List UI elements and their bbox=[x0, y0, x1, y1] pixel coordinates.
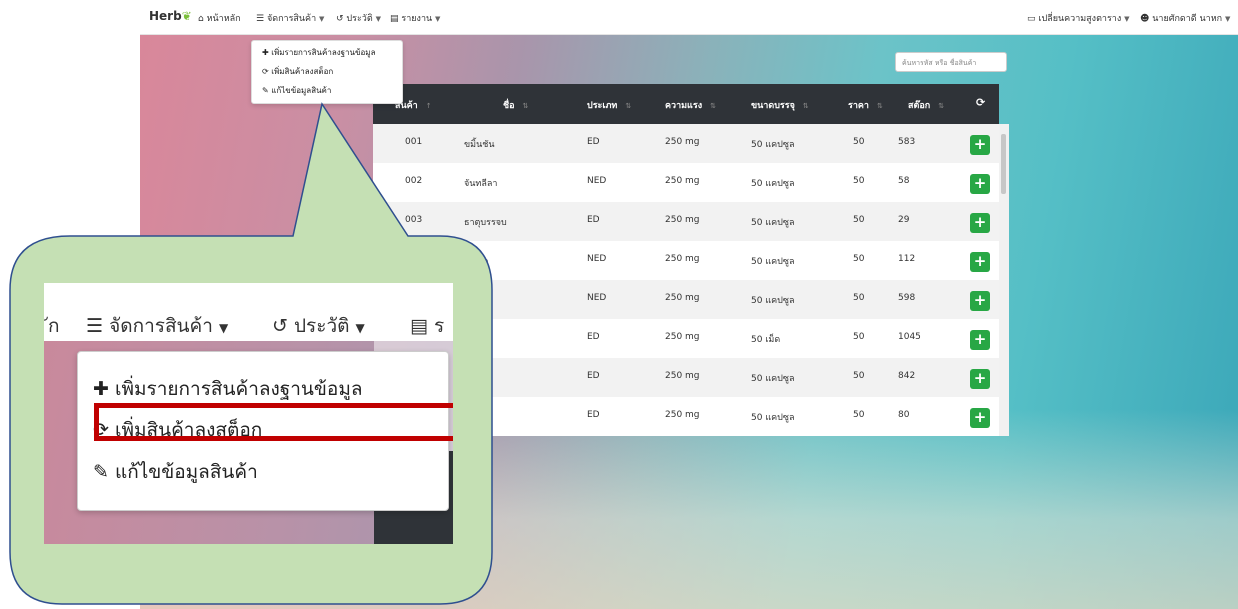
zoom-nav-history[interactable]: ↺ ประวัติ ▼ bbox=[272, 311, 365, 341]
highlight-box bbox=[94, 403, 453, 441]
zoom-nav-fragment: ัก bbox=[48, 315, 60, 337]
zoom-nav-report-label: ร bbox=[434, 315, 445, 337]
report-icon: ▤ bbox=[410, 315, 428, 337]
menu-item-label: แก้ไขข้อมูลสินค้า bbox=[114, 461, 258, 483]
zoom-inset: ัก ☰ จัดการสินค้า ▼ ↺ ประวัติ ▼ ▤ ร ✚ เพ… bbox=[44, 283, 453, 544]
edit-icon: ✎ bbox=[93, 461, 109, 483]
caret-down-icon: ▼ bbox=[218, 321, 229, 335]
zoom-nav-manage-label: จัดการสินค้า bbox=[109, 315, 213, 337]
zoom-nav-manage[interactable]: ☰ จัดการสินค้า ▼ bbox=[86, 311, 228, 341]
history-icon: ↺ bbox=[272, 315, 288, 337]
zoom-menu-edit-product[interactable]: ✎ แก้ไขข้อมูลสินค้า bbox=[93, 457, 258, 487]
zoom-menu-add-product[interactable]: ✚ เพิ่มรายการสินค้าลงฐานข้อมูล bbox=[93, 374, 363, 404]
caret-down-icon: ▼ bbox=[355, 321, 365, 335]
zoom-nav-history-label: ประวัติ bbox=[293, 315, 350, 337]
plus-icon: ✚ bbox=[93, 378, 109, 400]
zoom-nav-report[interactable]: ▤ ร bbox=[410, 311, 444, 341]
menu-item-label: เพิ่มรายการสินค้าลงฐานข้อมูล bbox=[114, 378, 363, 400]
list-icon: ☰ bbox=[86, 315, 104, 337]
